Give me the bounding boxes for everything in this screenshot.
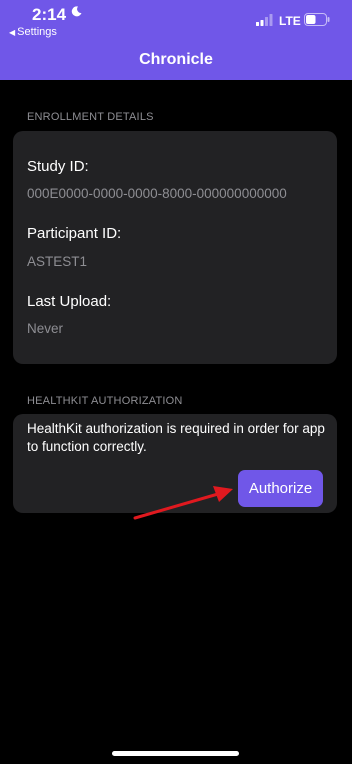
page-title: Chronicle [139,51,213,68]
enrollment-card: Study ID: 000E0000-0000-0000-8000-000000… [13,131,337,364]
nav-bar: 2:14 ◀ Settings LTE Chronicle [0,0,352,80]
battery-icon [304,13,330,26]
status-time: 2:14 [32,5,67,24]
last-upload-value: Never [27,321,64,336]
healthkit-message: HealthKit authorization is required in o… [27,421,325,454]
back-label: Settings [17,26,57,38]
healthkit-card: HealthKit authorization is required in o… [13,414,337,513]
home-indicator[interactable] [112,751,239,756]
back-chevron-icon: ◀ [9,28,16,37]
signal-bars-icon [256,14,273,26]
carrier-label: LTE [279,14,301,28]
study-id-value: 000E0000-0000-0000-8000-000000000000 [27,186,287,201]
moon-icon [71,6,82,17]
study-id-label: Study ID: [27,158,89,175]
healthkit-section-header: HEALTHKIT AUTHORIZATION [27,395,183,407]
participant-id-label: Participant ID: [27,225,122,242]
enrollment-section-header: ENROLLMENT DETAILS [27,111,154,123]
last-upload-label: Last Upload: [27,293,112,310]
authorize-button[interactable]: Authorize [238,470,323,507]
participant-id-value: ASTEST1 [27,254,88,269]
back-to-settings-link[interactable]: ◀ Settings [9,26,57,38]
